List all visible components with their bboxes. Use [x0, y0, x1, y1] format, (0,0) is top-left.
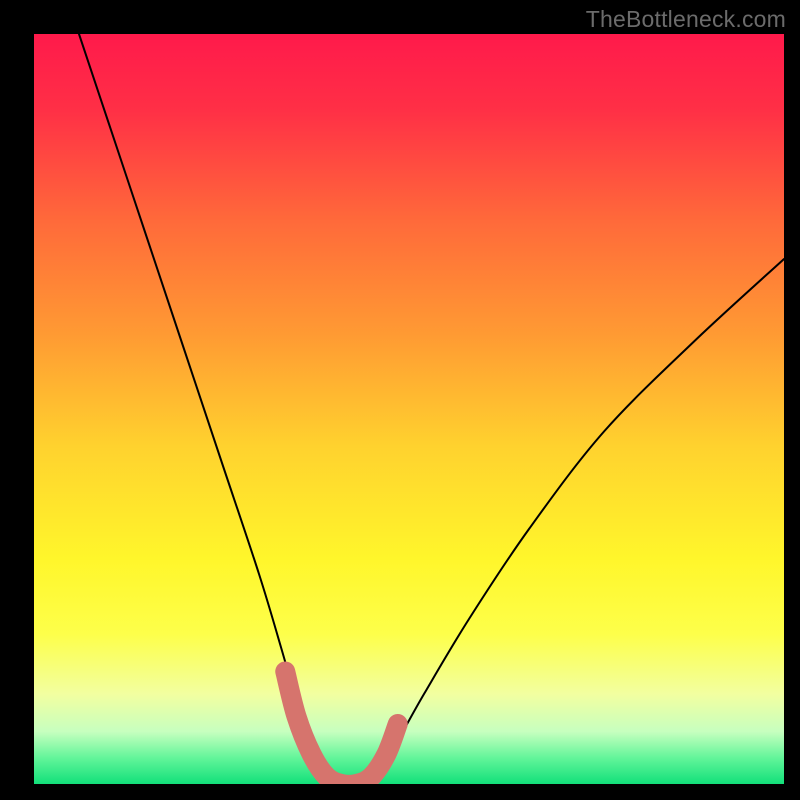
chart-frame: TheBottleneck.com: [0, 0, 800, 800]
optimal-zone-marker: [285, 672, 398, 785]
curve-layer: [34, 34, 784, 784]
bottleneck-curve: [79, 34, 784, 784]
plot-area: [34, 34, 784, 784]
watermark-text: TheBottleneck.com: [586, 6, 786, 33]
